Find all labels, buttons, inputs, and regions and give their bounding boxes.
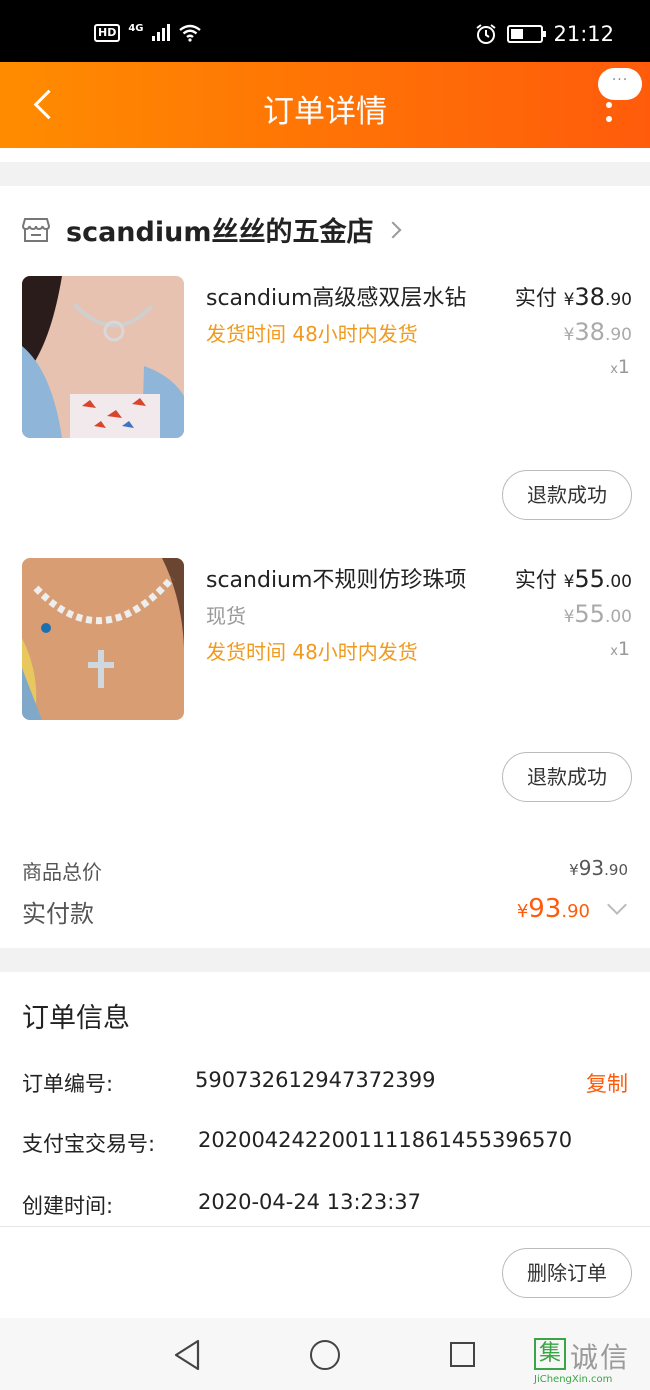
clock: 21:12: [553, 22, 614, 46]
total-dec: .90: [604, 861, 628, 879]
item-title[interactable]: scandium不规则仿珍珠项: [206, 562, 466, 594]
watermark-logo: 集 诚信 JiChengXin.com: [534, 1338, 650, 1390]
shop-icon: [22, 217, 50, 242]
more-menu-icon[interactable]: [606, 102, 612, 128]
qty-value: 1: [617, 638, 630, 660]
paid-dec: .90: [604, 290, 632, 310]
hd-badge: HD: [94, 24, 121, 42]
paid-price: 实付 ¥38.90: [515, 282, 632, 312]
refund-status-button[interactable]: 退款成功: [502, 470, 632, 520]
qty-x: x: [610, 362, 618, 377]
pay-dec: .90: [561, 901, 590, 922]
paid-int: 38: [574, 283, 605, 311]
stock-status: 现货: [206, 604, 246, 628]
status-right: 21:12: [475, 22, 614, 46]
paid-label: 实付: [514, 568, 557, 592]
ship-time: 发货时间 48小时内发货: [206, 318, 418, 347]
status-left: HD 4G: [94, 22, 202, 42]
actual-payment-value: ¥93.90: [517, 894, 590, 924]
nav-back-icon[interactable]: [172, 1338, 202, 1372]
ship-time: 发货时间 48小时内发货: [206, 636, 418, 665]
quantity: x1: [610, 356, 630, 378]
currency-symbol: ¥: [563, 290, 575, 310]
currency-symbol: ¥: [563, 572, 575, 592]
item-title[interactable]: scandium高级感双层水钻: [206, 280, 466, 312]
signal-icon: [151, 24, 170, 41]
currency-symbol: ¥: [516, 901, 529, 922]
top-strip: [0, 148, 650, 162]
nav-recent-apps-icon[interactable]: [450, 1342, 475, 1367]
order-number-label: 订单编号:: [22, 1072, 114, 1096]
product-image-necklace-1[interactable]: [22, 276, 184, 438]
qty-value: 1: [617, 356, 630, 378]
shop-name: scandium丝丝的五金店: [66, 217, 374, 248]
watermark-box: 集: [534, 1338, 566, 1370]
orig-dec: .00: [604, 607, 632, 627]
watermark-url: JiChengXin.com: [534, 1374, 613, 1385]
delete-order-button[interactable]: 删除订单: [502, 1248, 632, 1298]
alarm-icon: [476, 24, 497, 44]
product-photo-1: [22, 276, 184, 438]
message-bubble[interactable]: ···: [598, 68, 642, 100]
app-header: 订单详情 ···: [0, 62, 650, 148]
original-price: ¥55.00: [564, 600, 632, 628]
orig-int: 38: [574, 318, 605, 346]
ship-time-value: 48小时内发货: [292, 640, 418, 664]
product-photo-2: [22, 558, 184, 720]
status-bar: HD 4G 21:12: [0, 0, 650, 62]
paid-price: 实付 ¥55.00: [515, 564, 632, 594]
created-time-label: 创建时间:: [22, 1194, 114, 1218]
currency-symbol: ¥: [569, 861, 579, 879]
paid-int: 55: [574, 565, 605, 593]
ship-time-label: 发货时间: [206, 640, 286, 664]
chevron-right-icon: [384, 221, 402, 238]
paid-dec: .00: [604, 572, 632, 592]
goods-total-value: ¥93.90: [569, 856, 628, 880]
shop-row[interactable]: scandium丝丝的五金店: [22, 210, 402, 249]
footer-divider: [0, 1226, 650, 1227]
ship-time-value: 48小时内发货: [292, 322, 418, 346]
battery-icon: [507, 25, 547, 43]
currency-symbol: ¥: [563, 607, 575, 627]
order-number: 590732612947372399: [195, 1068, 436, 1092]
wifi-icon: [178, 24, 201, 42]
actual-payment-label: 实付款: [22, 900, 94, 928]
pay-int: 93: [528, 894, 562, 924]
quantity: x1: [610, 638, 630, 660]
alipay-trade-number: 2020042422001111861455396570: [198, 1128, 573, 1152]
network-type: 4G: [128, 22, 144, 34]
alipay-trade-label: 支付宝交易号:: [22, 1132, 156, 1156]
original-price: ¥38.90: [564, 318, 632, 346]
page-title: 订单详情: [263, 94, 387, 130]
nav-home-icon[interactable]: [310, 1340, 340, 1370]
created-time: 2020-04-24 13:23:37: [198, 1190, 422, 1214]
orig-int: 55: [574, 600, 605, 628]
orig-dec: .90: [604, 325, 632, 345]
ship-time-label: 发货时间: [206, 322, 286, 346]
goods-total-label: 商品总价: [22, 860, 102, 884]
order-info-title: 订单信息: [22, 1003, 130, 1034]
watermark-text: 诚信: [570, 1341, 631, 1374]
total-int: 93: [578, 856, 605, 880]
refund-status-button[interactable]: 退款成功: [502, 752, 632, 802]
currency-symbol: ¥: [563, 325, 575, 345]
copy-button[interactable]: 复制: [586, 1068, 628, 1098]
paid-label: 实付: [514, 286, 557, 310]
product-image-necklace-2[interactable]: [22, 558, 184, 720]
qty-x: x: [610, 644, 618, 659]
